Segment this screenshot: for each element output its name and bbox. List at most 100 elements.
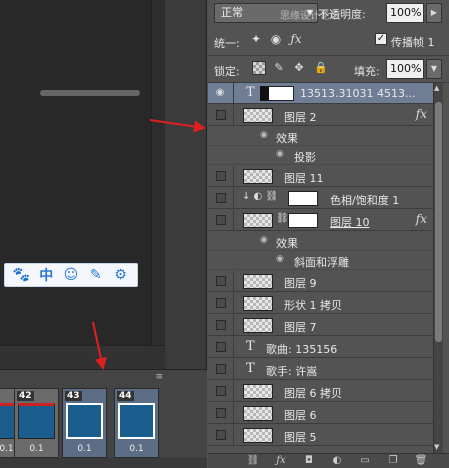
lock-transparent-icon[interactable] [252,61,266,75]
settings-icon[interactable]: ⚙ [110,267,132,283]
divider [233,166,234,187]
effects-row[interactable]: ◉ 效果 [208,127,433,146]
layer-row[interactable]: 形状 1 拷贝 [208,293,433,314]
layer-row[interactable]: 图层 9 [208,271,433,292]
group-icon[interactable]: ▭ [358,455,372,468]
canvas-scroll-strip[interactable] [151,0,165,345]
timeline-frame[interactable]: 44 0.1 [114,388,159,458]
visibility-toggle[interactable] [216,276,226,286]
layer-row[interactable]: ⛓ 图层 10 fx [208,210,433,231]
paw-icon[interactable]: 🐾 [10,267,32,283]
timeline-scrollbar[interactable] [0,458,207,468]
layer-name[interactable]: 13513.31031 4513... [300,87,415,100]
unify-position-icon[interactable]: ✦ [248,32,264,48]
eye-icon[interactable]: ◉ [214,87,226,99]
layer-name[interactable]: 图层 6 [284,407,317,423]
visibility-toggle[interactable] [216,364,226,374]
frame-delay[interactable]: 0.1 [15,444,58,454]
layer-thumbnail [243,169,273,184]
layer-name[interactable]: 图层 9 [284,275,317,291]
layer-row[interactable]: 图层 2 fx [208,105,433,126]
frame-delay[interactable]: 0.1 [63,444,106,454]
emoji-icon[interactable]: ☺ [60,267,82,283]
visibility-toggle[interactable] [216,386,226,396]
effects-row[interactable]: ◉ 效果 [208,232,433,251]
divider [233,271,234,292]
visibility-toggle[interactable] [216,171,226,181]
timeline-menu-icon[interactable]: ≡ [155,372,163,382]
layer-name[interactable]: 图层 11 [284,170,324,186]
eye-icon[interactable]: ◉ [276,254,288,264]
layer-row[interactable]: 图层 5 [208,425,433,446]
layer-name[interactable]: 形状 1 拷贝 [284,297,342,313]
frame-delay[interactable]: 0.1 [115,444,158,454]
layer-name[interactable]: 图层 10 [330,214,370,230]
unify-style-icon[interactable]: ƒx [288,32,304,48]
visibility-toggle[interactable] [216,193,226,203]
fx-icon[interactable]: ƒx [274,455,288,468]
opacity-dropdown-icon[interactable]: ▶ [426,3,442,23]
opacity-input[interactable]: 100% [386,3,424,23]
layer-row[interactable]: T 歌手: 许嵩 [208,359,433,380]
link-icon[interactable]: ⛓ [246,455,260,468]
visibility-toggle[interactable] [216,342,226,352]
layer-row[interactable]: 图层 7 [208,315,433,336]
lock-all-icon[interactable]: 🔒 [314,61,328,75]
blend-mode-value: 正常 [221,6,243,19]
new-layer-icon[interactable]: ❐ [386,455,400,468]
layer-row[interactable]: 图层 11 [208,166,433,187]
layer-mask-thumbnail [288,213,318,228]
visibility-toggle[interactable] [216,430,226,440]
visibility-toggle[interactable] [216,110,226,120]
fx-icon[interactable]: fx [416,212,427,226]
effect-row[interactable]: ◉ 投影 [208,146,433,165]
chinese-mode-button[interactable]: 中 [35,265,57,285]
effect-name: 斜面和浮雕 [294,256,349,269]
visibility-toggle[interactable] [216,298,226,308]
handwriting-icon[interactable]: ✎ [85,267,107,283]
layer-name[interactable]: 图层 2 [284,109,317,125]
effect-row[interactable]: ◉ 斜面和浮雕 [208,251,433,270]
lock-brush-icon[interactable]: ✎ [272,61,286,75]
layers-scroll-thumb[interactable] [435,102,442,342]
timeline-scroll-thumb[interactable] [40,90,140,96]
visibility-toggle[interactable] [216,408,226,418]
eye-icon[interactable]: ◉ [276,149,288,159]
layer-name[interactable]: 图层 5 [284,429,317,445]
layer-row[interactable]: ↓ ◐ ⛓ 色相/饱和度 1 [208,188,433,209]
effects-label: 效果 [276,132,298,145]
chain-link-icon[interactable]: ⛓ [276,213,289,224]
layer-row[interactable]: T 歌曲: 135156 [208,337,433,358]
fx-icon[interactable]: fx [416,107,427,121]
ime-toolbar: 🐾 中 ☺ ✎ ⚙ [4,263,138,287]
fill-dropdown-icon[interactable]: ▼ [426,59,442,79]
layer-name[interactable]: 色相/饱和度 1 [330,192,399,208]
layer-row[interactable]: 图层 6 拷贝 [208,381,433,402]
layer-thumbnail [243,213,273,228]
layer-name[interactable]: 图层 7 [284,319,317,335]
adjustment-layer-icon: ↓ ◐ ⛓ [242,191,279,202]
propagate-frame-checkbox[interactable]: ✓ [375,33,387,45]
layer-name[interactable]: 图层 6 拷贝 [284,385,342,401]
mask-icon[interactable]: ◘ [302,455,316,468]
divider [233,425,234,446]
layer-name[interactable]: 歌曲: 135156 [266,341,337,357]
lock-move-icon[interactable]: ✥ [292,61,306,75]
scroll-up-icon[interactable]: ▲ [434,84,439,92]
document-canvas[interactable] [0,0,165,375]
eye-icon[interactable]: ◉ [260,130,272,140]
visibility-toggle[interactable] [216,215,226,225]
layer-row-selected[interactable]: ◉ T 13513.31031 4513... [208,83,433,104]
timeline-frame[interactable]: 42 0.1 [14,388,59,458]
adjustment-icon[interactable]: ◐ [330,455,344,468]
fill-input[interactable]: 100% [386,59,424,79]
delete-icon[interactable]: 🗑 [414,455,428,468]
eye-icon[interactable]: ◉ [260,235,272,245]
timeline-frame-selected[interactable]: 43 0.1 [62,388,107,458]
layer-name[interactable]: 歌手: 许嵩 [266,363,317,379]
unify-visibility-icon[interactable]: ◉ [268,32,284,48]
visibility-toggle[interactable] [216,320,226,330]
unify-label: 统一: [214,37,240,50]
scroll-down-icon[interactable]: ▼ [434,443,439,451]
layer-row[interactable]: 图层 6 [208,403,433,424]
